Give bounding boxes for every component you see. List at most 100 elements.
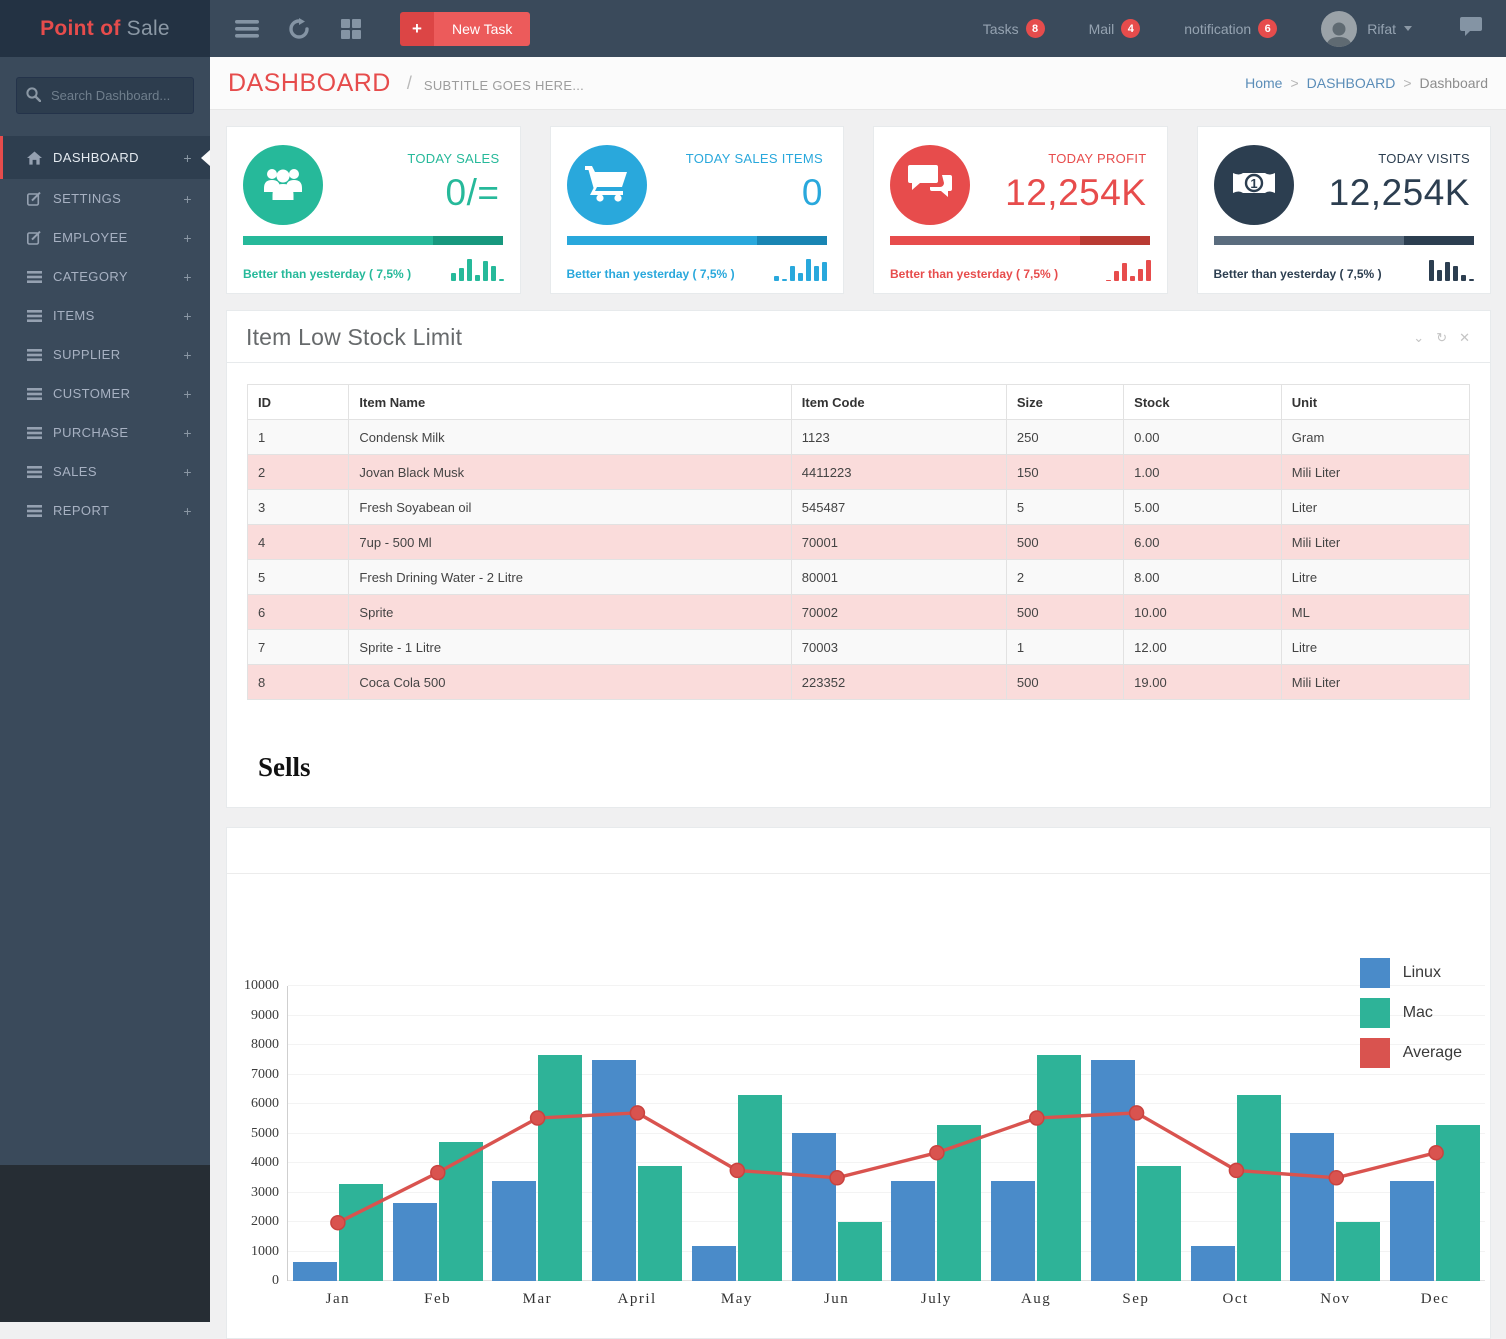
stat-card-today-visits: 1TODAY VISITS12,254KBetter than yesterda… bbox=[1197, 126, 1492, 294]
notification-label: notification bbox=[1184, 21, 1251, 37]
table-row[interactable]: 6Sprite7000250010.00ML bbox=[248, 595, 1470, 630]
spark-bar bbox=[774, 276, 779, 281]
spark-bar bbox=[1130, 276, 1135, 281]
legend-item-linux: Linux bbox=[1360, 958, 1462, 988]
spark-bar bbox=[1106, 280, 1111, 281]
stat-card-top: TODAY PROFIT12,254K bbox=[874, 127, 1167, 230]
column-header-item-code: Item Code bbox=[791, 385, 1006, 420]
table-row[interactable]: 47up - 500 Ml700015006.00Mili Liter bbox=[248, 525, 1470, 560]
sidebar-item-supplier[interactable]: SUPPLIER+ bbox=[0, 335, 210, 374]
chat-icon[interactable] bbox=[1460, 17, 1482, 41]
progress-fill bbox=[567, 236, 757, 245]
stat-card-title: TODAY VISITS bbox=[1294, 151, 1471, 166]
main-content: TODAY SALES0/=Better than yesterday ( 7,… bbox=[210, 110, 1506, 1339]
legend-item-mac: Mac bbox=[1360, 998, 1462, 1028]
list-icon bbox=[27, 349, 53, 361]
table-cell: 5 bbox=[1006, 490, 1123, 525]
page-subtitle: SUBTITLE GOES HERE... bbox=[424, 74, 584, 93]
stat-card-value: 0 bbox=[647, 172, 824, 214]
new-task-button[interactable]: + New Task bbox=[400, 12, 530, 46]
table-row[interactable]: 7Sprite - 1 Litre70003112.00Litre bbox=[248, 630, 1470, 665]
table-row[interactable]: 8Coca Cola 50022335250019.00Mili Liter bbox=[248, 665, 1470, 700]
cart-icon bbox=[585, 164, 629, 207]
y-axis-tick-label: 6000 bbox=[251, 1096, 279, 1112]
banknote-icon: 1 bbox=[1231, 169, 1277, 202]
close-icon[interactable]: ✕ bbox=[1459, 330, 1470, 346]
expand-plus-icon: + bbox=[183, 269, 192, 285]
progress-rest bbox=[757, 236, 827, 245]
table-cell: 4411223 bbox=[791, 455, 1006, 490]
sidebar-item-label: EMPLOYEE bbox=[53, 230, 183, 245]
table-row[interactable]: 1Condensk Milk11232500.00Gram bbox=[248, 420, 1470, 455]
x-axis-label: Aug bbox=[986, 1291, 1086, 1308]
table-cell: Gram bbox=[1281, 420, 1469, 455]
table-row[interactable]: 5Fresh Drining Water - 2 Litre8000128.00… bbox=[248, 560, 1470, 595]
stat-card-today-sales-items: TODAY SALES ITEMS0Better than yesterday … bbox=[550, 126, 845, 294]
spark-bar bbox=[1461, 275, 1466, 281]
breadcrumb-home[interactable]: Home bbox=[1245, 75, 1282, 91]
stat-cards-row: TODAY SALES0/=Better than yesterday ( 7,… bbox=[226, 126, 1491, 294]
table-cell: Litre bbox=[1281, 630, 1469, 665]
table-row[interactable]: 2Jovan Black Musk44112231501.00Mili Lite… bbox=[248, 455, 1470, 490]
stat-card-footer: Better than yesterday ( 7,5% ) bbox=[551, 245, 844, 293]
sidebar-item-label: SETTINGS bbox=[53, 191, 183, 206]
table-cell: Sprite - 1 Litre bbox=[349, 630, 791, 665]
tasks-menu[interactable]: Tasks 8 bbox=[983, 19, 1045, 38]
list-icon bbox=[27, 427, 53, 439]
notification-menu[interactable]: notification 6 bbox=[1184, 19, 1277, 38]
stat-card-top: 1TODAY VISITS12,254K bbox=[1198, 127, 1491, 230]
table-cell: Mili Liter bbox=[1281, 525, 1469, 560]
refresh-icon[interactable]: ↻ bbox=[1436, 330, 1447, 346]
grid-icon[interactable] bbox=[338, 16, 364, 42]
plus-icon: + bbox=[400, 12, 434, 46]
table-cell: 500 bbox=[1006, 525, 1123, 560]
table-cell: 8.00 bbox=[1124, 560, 1282, 595]
stat-card-progress bbox=[243, 236, 504, 245]
list-icon bbox=[27, 271, 53, 283]
spark-bar bbox=[814, 266, 819, 281]
legend-label: Mac bbox=[1403, 1004, 1433, 1022]
notification-badge: 6 bbox=[1258, 19, 1277, 38]
sidebar-item-report[interactable]: REPORT+ bbox=[0, 491, 210, 530]
stat-card-circle: 1 bbox=[1214, 145, 1294, 225]
x-axis-label: Dec bbox=[1385, 1291, 1485, 1308]
stat-card-note: Better than yesterday ( 7,5% ) bbox=[1214, 267, 1382, 281]
table-cell: 250 bbox=[1006, 420, 1123, 455]
spark-bar bbox=[1445, 262, 1450, 281]
breadcrumb-dashboard[interactable]: DASHBOARD bbox=[1307, 75, 1396, 91]
line-point bbox=[1329, 1171, 1343, 1185]
stat-card-footer: Better than yesterday ( 7,5% ) bbox=[227, 245, 520, 293]
sidebar-item-label: DASHBOARD bbox=[53, 150, 183, 165]
list-icon bbox=[27, 310, 53, 322]
sidebar-item-items[interactable]: ITEMS+ bbox=[0, 296, 210, 335]
mail-menu[interactable]: Mail 4 bbox=[1089, 19, 1141, 38]
table-cell: 1 bbox=[248, 420, 349, 455]
breadcrumb-current: Dashboard bbox=[1420, 75, 1489, 91]
sidebar-item-sales[interactable]: SALES+ bbox=[0, 452, 210, 491]
menu-toggle-icon[interactable] bbox=[234, 16, 260, 42]
sidebar-item-settings[interactable]: SETTINGS+ bbox=[0, 179, 210, 218]
list-icon bbox=[27, 466, 53, 478]
table-row[interactable]: 3Fresh Soyabean oil54548755.00Liter bbox=[248, 490, 1470, 525]
sidebar-item-dashboard[interactable]: DASHBOARD+ bbox=[0, 136, 210, 179]
search-input[interactable] bbox=[16, 77, 194, 114]
sidebar-item-customer[interactable]: CUSTOMER+ bbox=[0, 374, 210, 413]
x-axis-label: Sep bbox=[1086, 1291, 1186, 1308]
refresh-icon[interactable] bbox=[286, 16, 312, 42]
line-point bbox=[1429, 1146, 1443, 1160]
table-cell: 4 bbox=[248, 525, 349, 560]
spark-bar bbox=[790, 266, 795, 281]
x-axis-label: Jun bbox=[787, 1291, 887, 1308]
sidebar-item-category[interactable]: CATEGORY+ bbox=[0, 257, 210, 296]
collapse-icon[interactable]: ⌄ bbox=[1413, 330, 1424, 346]
sidebar-item-employee[interactable]: EMPLOYEE+ bbox=[0, 218, 210, 257]
stat-card-progress bbox=[890, 236, 1151, 245]
list-icon bbox=[27, 505, 53, 517]
chart-panel-header bbox=[227, 828, 1490, 874]
edit-icon bbox=[27, 231, 53, 245]
spark-bar bbox=[822, 262, 827, 281]
tasks-badge: 8 bbox=[1026, 19, 1045, 38]
sidebar-item-purchase[interactable]: PURCHASE+ bbox=[0, 413, 210, 452]
column-header-unit: Unit bbox=[1281, 385, 1469, 420]
user-menu[interactable]: Rifat bbox=[1321, 11, 1412, 47]
